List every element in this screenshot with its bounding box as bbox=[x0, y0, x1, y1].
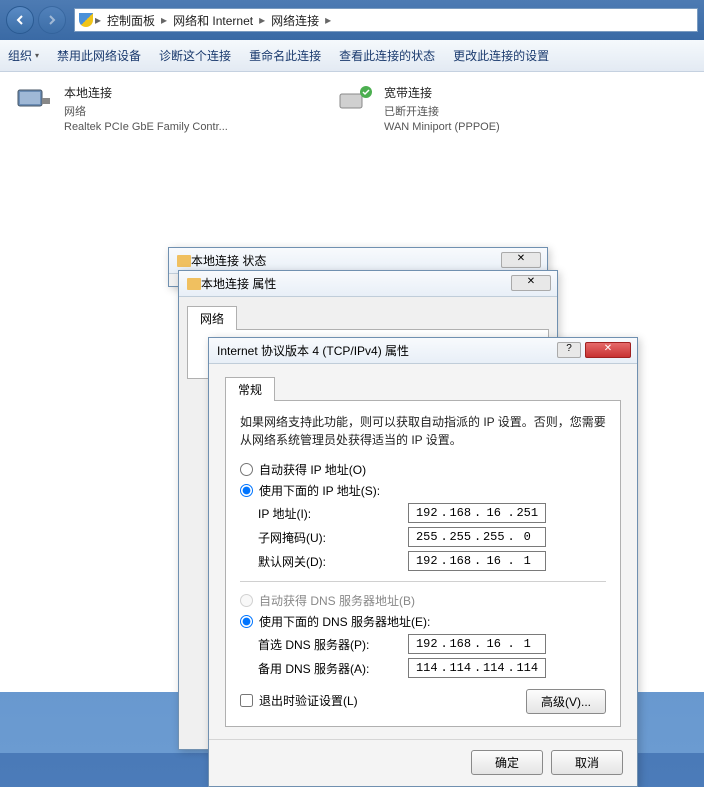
rename-button[interactable]: 重命名此连接 bbox=[249, 47, 321, 64]
alternate-dns-row: 备用 DNS 服务器(A): 114. 114. 114. 114 bbox=[258, 658, 606, 678]
auto-dns-radio bbox=[240, 594, 253, 607]
dialog-titlebar[interactable]: 本地连接 属性 ✕ bbox=[179, 271, 557, 297]
manual-ip-label: 使用下面的 IP 地址(S): bbox=[259, 482, 380, 499]
close-button[interactable]: ✕ bbox=[585, 342, 631, 358]
subnet-mask-input[interactable]: 255. 255. 255. 0 bbox=[408, 527, 546, 547]
explorer-window: ▸ 控制面板 ▸ 网络和 Internet ▸ 网络连接 ▸ 组织 禁用此网络设… bbox=[0, 0, 704, 753]
connection-info: 本地连接 网络 Realtek PCIe GbE Family Contr... bbox=[64, 84, 228, 133]
nav-bar: ▸ 控制面板 ▸ 网络和 Internet ▸ 网络连接 ▸ bbox=[0, 0, 704, 40]
help-button[interactable]: ? bbox=[557, 342, 581, 358]
connection-list: 本地连接 网络 Realtek PCIe GbE Family Contr...… bbox=[8, 80, 696, 137]
close-button[interactable]: ✕ bbox=[501, 252, 541, 268]
validate-label: 退出时验证设置(L) bbox=[259, 692, 358, 709]
ip-address-input[interactable]: 192. 168. 16. 251 bbox=[408, 503, 546, 523]
chevron-right-icon: ▸ bbox=[259, 13, 265, 27]
alternate-dns-input[interactable]: 114. 114. 114. 114 bbox=[408, 658, 546, 678]
separator bbox=[240, 581, 606, 582]
connection-info: 宽带连接 已断开连接 WAN Miniport (PPPOE) bbox=[384, 84, 500, 133]
forward-button[interactable] bbox=[38, 6, 66, 34]
manual-dns-radio-row[interactable]: 使用下面的 DNS 服务器地址(E): bbox=[240, 613, 606, 630]
preferred-dns-label: 首选 DNS 服务器(P): bbox=[258, 636, 408, 653]
advanced-button[interactable]: 高级(V)... bbox=[526, 689, 606, 714]
dialog-titlebar[interactable]: Internet 协议版本 4 (TCP/IPv4) 属性 ? ✕ bbox=[209, 338, 637, 364]
dialog-title: Internet 协议版本 4 (TCP/IPv4) 属性 bbox=[217, 342, 409, 359]
connection-name: 本地连接 bbox=[64, 84, 228, 101]
disable-device-button[interactable]: 禁用此网络设备 bbox=[57, 47, 141, 64]
gateway-row: 默认网关(D): 192. 168. 16. 1 bbox=[258, 551, 606, 571]
auto-ip-label: 自动获得 IP 地址(O) bbox=[259, 461, 366, 478]
auto-ip-radio[interactable] bbox=[240, 463, 253, 476]
ipv4-properties-dialog: Internet 协议版本 4 (TCP/IPv4) 属性 ? ✕ 常规 如果网… bbox=[208, 337, 638, 787]
breadcrumb[interactable]: ▸ 控制面板 ▸ 网络和 Internet ▸ 网络连接 ▸ bbox=[74, 8, 698, 32]
ok-button[interactable]: 确定 bbox=[471, 750, 543, 775]
gateway-label: 默认网关(D): bbox=[258, 553, 408, 570]
manual-dns-label: 使用下面的 DNS 服务器地址(E): bbox=[259, 613, 430, 630]
ip-address-label: IP 地址(I): bbox=[258, 505, 408, 522]
gateway-input[interactable]: 192. 168. 16. 1 bbox=[408, 551, 546, 571]
toolbar: 组织 禁用此网络设备 诊断这个连接 重命名此连接 查看此连接的状态 更改此连接的… bbox=[0, 40, 704, 72]
view-status-button[interactable]: 查看此连接的状态 bbox=[339, 47, 435, 64]
auto-ip-radio-row[interactable]: 自动获得 IP 地址(O) bbox=[240, 461, 606, 478]
tab-network[interactable]: 网络 bbox=[187, 306, 237, 330]
tab-general[interactable]: 常规 bbox=[225, 377, 275, 401]
connection-item-local[interactable]: 本地连接 网络 Realtek PCIe GbE Family Contr... bbox=[8, 80, 298, 137]
ipv4-body: 常规 如果网络支持此功能，则可以获取自动指派的 IP 设置。否则，您需要从网络系… bbox=[209, 364, 637, 739]
back-button[interactable] bbox=[6, 6, 34, 34]
manual-dns-radio[interactable] bbox=[240, 615, 253, 628]
connection-item-broadband[interactable]: 宽带连接 已断开连接 WAN Miniport (PPPOE) bbox=[328, 80, 618, 137]
organize-menu[interactable]: 组织 bbox=[8, 47, 39, 64]
manual-ip-radio-row[interactable]: 使用下面的 IP 地址(S): bbox=[240, 482, 606, 499]
preferred-dns-input[interactable]: 192. 168. 16. 1 bbox=[408, 634, 546, 654]
chevron-right-icon: ▸ bbox=[95, 13, 101, 27]
auto-dns-radio-row: 自动获得 DNS 服务器地址(B) bbox=[240, 592, 606, 609]
diagnose-button[interactable]: 诊断这个连接 bbox=[159, 47, 231, 64]
subnet-mask-row: 子网掩码(U): 255. 255. 255. 0 bbox=[258, 527, 606, 547]
subnet-mask-label: 子网掩码(U): bbox=[258, 529, 408, 546]
ipv4-group: 如果网络支持此功能，则可以获取自动指派的 IP 设置。否则，您需要从网络系统管理… bbox=[225, 400, 621, 727]
chevron-right-icon: ▸ bbox=[325, 13, 331, 27]
folder-icon bbox=[177, 255, 191, 267]
connection-status: 已断开连接 bbox=[384, 103, 500, 119]
dialog-title: 本地连接 状态 bbox=[191, 252, 266, 269]
connection-status: 网络 bbox=[64, 103, 228, 119]
ip-address-row: IP 地址(I): 192. 168. 16. 251 bbox=[258, 503, 606, 523]
connection-device: WAN Miniport (PPPOE) bbox=[384, 121, 500, 133]
breadcrumb-item[interactable]: 控制面板 bbox=[103, 12, 159, 29]
dialog-title: 本地连接 属性 bbox=[201, 275, 276, 292]
auto-dns-label: 自动获得 DNS 服务器地址(B) bbox=[259, 592, 415, 609]
connection-device: Realtek PCIe GbE Family Contr... bbox=[64, 121, 228, 133]
folder-icon bbox=[187, 278, 201, 290]
breadcrumb-item[interactable]: 网络和 Internet bbox=[169, 12, 257, 29]
breadcrumb-item[interactable]: 网络连接 bbox=[267, 12, 323, 29]
connections-content: 本地连接 网络 Realtek PCIe GbE Family Contr...… bbox=[0, 72, 704, 692]
change-settings-button[interactable]: 更改此连接的设置 bbox=[453, 47, 549, 64]
dialog-button-row: 确定 取消 bbox=[209, 739, 637, 785]
validate-checkbox[interactable] bbox=[240, 694, 253, 707]
chevron-right-icon: ▸ bbox=[161, 13, 167, 27]
manual-ip-radio[interactable] bbox=[240, 484, 253, 497]
control-panel-icon bbox=[79, 13, 93, 27]
description-text: 如果网络支持此功能，则可以获取自动指派的 IP 设置。否则，您需要从网络系统管理… bbox=[240, 413, 606, 449]
cancel-button[interactable]: 取消 bbox=[551, 750, 623, 775]
preferred-dns-row: 首选 DNS 服务器(P): 192. 168. 16. 1 bbox=[258, 634, 606, 654]
connection-name: 宽带连接 bbox=[384, 84, 500, 101]
network-adapter-icon bbox=[12, 84, 56, 120]
alternate-dns-label: 备用 DNS 服务器(A): bbox=[258, 660, 408, 677]
broadband-icon bbox=[332, 84, 376, 120]
close-button[interactable]: ✕ bbox=[511, 275, 551, 291]
